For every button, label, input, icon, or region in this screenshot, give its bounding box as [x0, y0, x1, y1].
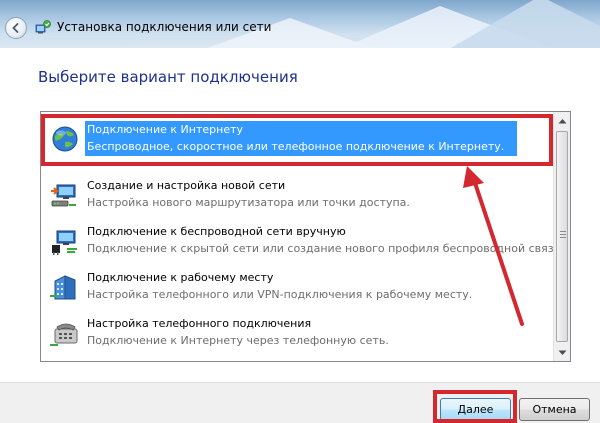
thumb-grip [560, 234, 566, 235]
option-internet-connection[interactable]: Подключение к Интернету Беспроводное, ск… [41, 119, 553, 165]
option-title: Создание и настройка новой сети [87, 179, 286, 192]
chevron-down-icon [558, 350, 567, 355]
scroll-up-button[interactable] [554, 112, 570, 129]
page-heading: Выберите вариант подключения [38, 68, 298, 86]
next-button[interactable]: Далее [440, 398, 511, 421]
window-title: Установка подключения или сети [57, 20, 272, 34]
option-description: Настройка нового маршрутизатора или точк… [87, 196, 410, 209]
option-description: Подключение к Интернету через телефонную… [87, 334, 389, 347]
cancel-button[interactable]: Отмена [519, 398, 590, 421]
option-new-network-setup[interactable]: Создание и настройка новой сети Настройк… [41, 175, 553, 221]
phone-modem-icon [50, 323, 78, 346]
option-description: Беспроводное, скоростное или телефонное … [87, 140, 505, 153]
option-wireless-manual[interactable]: Подключение к беспроводной сети вручную … [41, 221, 564, 267]
connection-options-list[interactable]: Подключение к Интернету Беспроводное, ск… [40, 111, 571, 362]
workplace-icon [50, 275, 76, 300]
wireless-network-icon [52, 230, 77, 255]
option-title: Подключение к рабочему месту [87, 271, 274, 284]
back-button[interactable] [5, 17, 27, 39]
chevron-up-icon [558, 118, 567, 123]
option-description: Подключение к скрытой сети или создание … [87, 242, 565, 255]
scroll-down-button[interactable] [554, 344, 570, 361]
scrollbar-thumb[interactable] [556, 131, 568, 342]
thumb-grip [560, 231, 566, 232]
thumb-grip [560, 237, 566, 238]
option-workplace-connection[interactable]: Подключение к рабочему месту Настройка т… [41, 267, 553, 313]
option-title: Подключение к беспроводной сети вручную [87, 225, 346, 238]
option-title: Подключение к Интернету [87, 123, 244, 136]
back-arrow-icon [12, 23, 19, 33]
option-title: Настройка телефонного подключения [87, 317, 312, 330]
network-setup-icon [51, 184, 76, 207]
option-description: Настройка телефонного или VPN-подключени… [87, 288, 473, 301]
list-content: Подключение к Интернету Беспроводное, ск… [41, 112, 564, 361]
background-decoration [420, 0, 600, 48]
globe-icon [52, 126, 78, 152]
option-phone-connection[interactable]: Настройка телефонного подключения Подклю… [41, 313, 553, 359]
vertical-scrollbar[interactable] [553, 112, 570, 361]
network-window-icon [35, 20, 51, 34]
window-titlebar: Установка подключения или сети [0, 0, 600, 48]
